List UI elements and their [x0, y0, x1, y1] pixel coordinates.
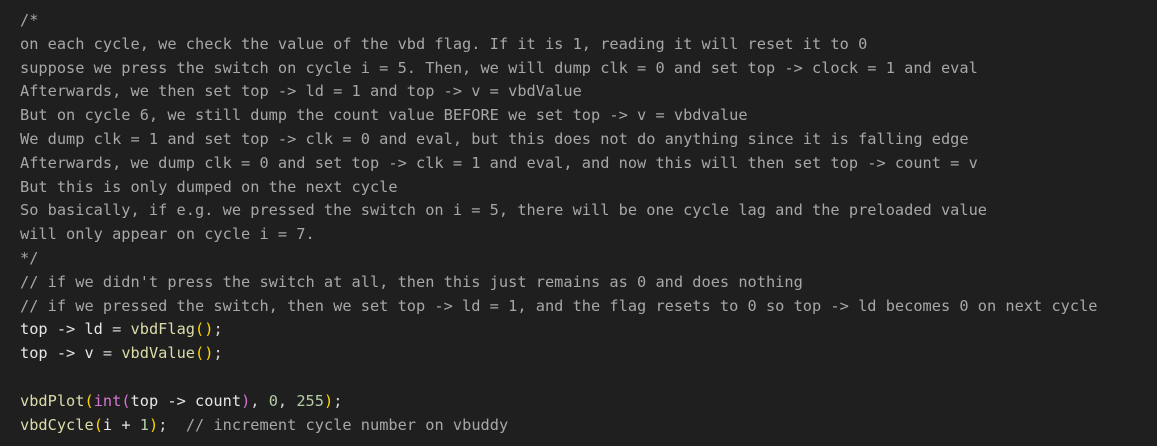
- code-number: 1: [139, 415, 149, 434]
- code-line-line-comment: // if we didn't press the switch at all,…: [20, 272, 803, 291]
- code-type-keyword: int: [93, 391, 122, 410]
- code-separator: ,: [277, 391, 297, 410]
- code-paren: (: [195, 344, 205, 363]
- code-line-comment: Afterwards, we then set top -> ld = 1 an…: [20, 82, 582, 101]
- code-line-comment-open: /*: [20, 11, 39, 29]
- code-line-comment-close: */: [20, 248, 39, 267]
- code-line-line-comment: // if we pressed the switch, then we set…: [20, 296, 1098, 315]
- code-function-name: vbdCycle: [20, 415, 94, 434]
- code-paren: (: [84, 391, 94, 410]
- code-editor[interactable]: /* on each cycle, we check the value of …: [0, 0, 1157, 446]
- code-semicolon: ;: [213, 344, 223, 363]
- code-lhs: top -> ld: [20, 320, 103, 339]
- code-separator: ,: [250, 391, 269, 410]
- code-argument: i +: [102, 415, 140, 434]
- code-paren: ): [241, 391, 251, 410]
- code-line-comment: Afterwards, we dump clk = 0 and set top …: [20, 153, 978, 172]
- code-function-name: vbdPlot: [20, 391, 85, 410]
- code-line-comment: suppose we press the switch on cycle i =…: [20, 58, 978, 77]
- code-number: 0: [268, 391, 278, 410]
- code-paren: (: [121, 391, 131, 410]
- code-semicolon: ;: [213, 320, 223, 339]
- code-argument: top -> count: [130, 391, 242, 410]
- code-line-ld-assign: top -> ld = vbdFlag();: [20, 318, 1157, 342]
- code-operator: =: [102, 320, 131, 339]
- code-line-comment: We dump clk = 1 and set top -> clk = 0 a…: [20, 129, 969, 148]
- code-number: 255: [296, 391, 324, 410]
- code-semicolon: ;: [158, 415, 186, 434]
- code-line-v-assign: top -> v = vbdValue();: [20, 342, 1157, 366]
- code-operator: =: [93, 344, 122, 363]
- code-paren: ): [323, 391, 334, 410]
- code-function-name: vbdValue: [121, 344, 196, 363]
- code-function-name: vbdFlag: [130, 320, 195, 339]
- code-line-comment: So basically, if e.g. we pressed the swi…: [20, 201, 987, 220]
- code-paren: ): [148, 415, 159, 434]
- code-line-comment: But this is only dumped on the next cycl…: [20, 177, 398, 196]
- code-line-plot-call: vbdPlot(int(top -> count), 0, 255);: [20, 390, 1157, 414]
- code-line-comment: But on cycle 6, we still dump the count …: [20, 106, 748, 125]
- code-paren: (: [93, 415, 103, 434]
- code-paren: (: [195, 320, 205, 339]
- code-semicolon: ;: [333, 391, 343, 410]
- code-lhs: top -> v: [20, 344, 94, 363]
- code-line-comment: will only appear on cycle i = 7.: [20, 225, 315, 244]
- code-inline-comment: // increment cycle number on vbuddy: [185, 415, 509, 434]
- code-line-comment: on each cycle, we check the value of the…: [20, 34, 868, 53]
- code-line-cycle-call: vbdCycle(i + 1); // increment cycle numb…: [20, 414, 1157, 438]
